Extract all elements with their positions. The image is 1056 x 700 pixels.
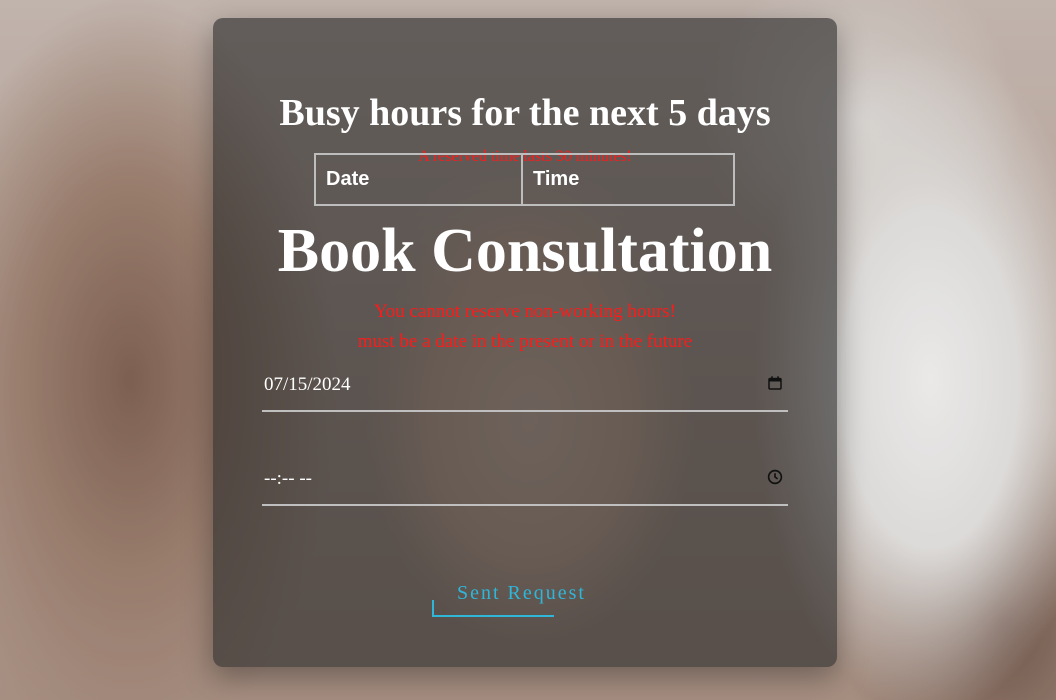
error-message-date: must be a date in the present or in the … bbox=[357, 331, 693, 352]
send-request-button[interactable]: Sent Request bbox=[432, 580, 592, 618]
time-input-value: --:-- -- bbox=[264, 468, 312, 489]
error-message-hours: You cannot reserve non-working hours! bbox=[373, 301, 676, 322]
book-consultation-title: Book Consultation bbox=[277, 217, 773, 285]
date-input-value: 07/15/2024 bbox=[264, 374, 351, 395]
send-request-label: Sent Request bbox=[457, 582, 586, 604]
busy-hours-title: Busy hours for the next 5 days bbox=[279, 92, 771, 134]
calendar-icon[interactable] bbox=[766, 374, 784, 392]
busy-hours-table: Date Time bbox=[314, 153, 735, 206]
date-input[interactable]: 07/15/2024 bbox=[262, 370, 788, 412]
booking-panel: Busy hours for the next 5 days A reserve… bbox=[213, 18, 837, 667]
clock-icon[interactable] bbox=[766, 468, 784, 486]
date-column-header: Date bbox=[314, 153, 523, 206]
time-input[interactable]: --:-- -- bbox=[262, 464, 788, 506]
table-header-row: Date Time bbox=[314, 153, 735, 206]
time-column-header: Time bbox=[521, 153, 735, 206]
